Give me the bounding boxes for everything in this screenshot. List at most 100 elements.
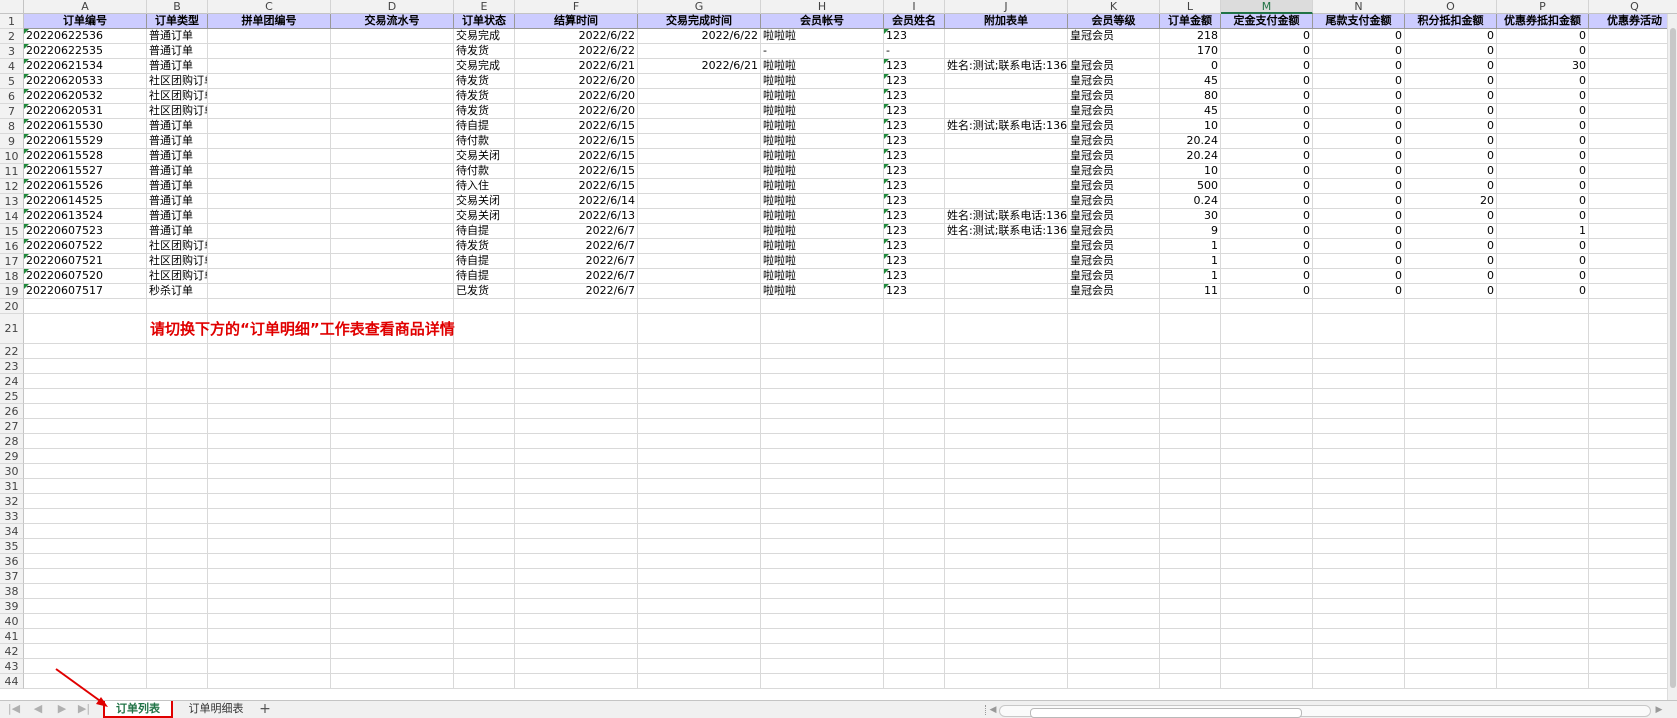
table-cell[interactable] <box>1589 164 1677 179</box>
table-cell[interactable]: 0 <box>1313 284 1405 299</box>
empty-cell[interactable] <box>945 509 1068 524</box>
empty-cell[interactable] <box>1068 629 1160 644</box>
empty-cell[interactable] <box>24 404 147 419</box>
empty-cell[interactable] <box>884 539 945 554</box>
empty-cell[interactable] <box>1497 629 1589 644</box>
empty-cell[interactable] <box>1497 314 1589 344</box>
empty-cell[interactable] <box>147 344 208 359</box>
empty-cell[interactable] <box>147 599 208 614</box>
empty-cell[interactable] <box>1589 404 1677 419</box>
table-cell[interactable]: 500 <box>1160 179 1221 194</box>
table-cell[interactable]: 0 <box>1405 89 1497 104</box>
empty-cell[interactable] <box>1160 539 1221 554</box>
empty-cell[interactable] <box>638 464 761 479</box>
empty-cell[interactable] <box>1068 614 1160 629</box>
empty-cell[interactable] <box>945 494 1068 509</box>
table-cell[interactable]: 9 <box>1160 224 1221 239</box>
table-cell[interactable]: 0 <box>1497 29 1589 44</box>
empty-cell[interactable] <box>1313 449 1405 464</box>
empty-cell[interactable] <box>1497 569 1589 584</box>
row-header[interactable]: 9 <box>0 134 24 149</box>
table-cell[interactable]: 交易关闭 <box>454 149 515 164</box>
empty-cell[interactable] <box>1313 404 1405 419</box>
table-cell[interactable]: 0 <box>1313 149 1405 164</box>
scroll-left-icon[interactable]: ◀ <box>987 704 999 716</box>
empty-cell[interactable] <box>331 644 454 659</box>
column-header-k[interactable]: K <box>1068 0 1160 14</box>
table-cell[interactable]: 待发货 <box>454 239 515 254</box>
empty-cell[interactable] <box>331 389 454 404</box>
horizontal-scrollbar[interactable]: ◀ ▶ <box>985 704 1665 718</box>
row-header[interactable]: 35 <box>0 539 24 554</box>
empty-cell[interactable] <box>1068 389 1160 404</box>
table-cell[interactable]: 1 <box>1160 254 1221 269</box>
empty-cell[interactable] <box>1068 674 1160 689</box>
row-header[interactable]: 22 <box>0 344 24 359</box>
header-cell[interactable]: 尾款支付金额 <box>1313 14 1405 29</box>
row-header[interactable]: 37 <box>0 569 24 584</box>
table-cell[interactable]: 20220622536 <box>24 29 147 44</box>
empty-cell[interactable] <box>1497 599 1589 614</box>
table-cell[interactable]: 啦啦啦 <box>761 59 884 74</box>
table-cell[interactable]: 皇冠会员 <box>1068 194 1160 209</box>
empty-cell[interactable] <box>454 644 515 659</box>
empty-cell[interactable] <box>331 374 454 389</box>
table-cell[interactable]: 0 <box>1221 224 1313 239</box>
row-header[interactable]: 32 <box>0 494 24 509</box>
empty-cell[interactable] <box>208 674 331 689</box>
table-cell[interactable]: 0 <box>1221 74 1313 89</box>
empty-cell[interactable] <box>454 464 515 479</box>
table-cell[interactable]: 0 <box>1221 149 1313 164</box>
empty-cell[interactable] <box>515 614 638 629</box>
empty-cell[interactable] <box>1405 299 1497 314</box>
empty-cell[interactable] <box>147 539 208 554</box>
column-header-j[interactable]: J <box>945 0 1068 14</box>
empty-cell[interactable] <box>1068 419 1160 434</box>
table-cell[interactable] <box>638 209 761 224</box>
empty-cell[interactable] <box>1068 314 1160 344</box>
column-header-q[interactable]: Q <box>1589 0 1677 14</box>
table-cell[interactable] <box>331 89 454 104</box>
table-cell[interactable]: 20220620532 <box>24 89 147 104</box>
empty-cell[interactable] <box>331 569 454 584</box>
empty-cell[interactable] <box>208 494 331 509</box>
table-cell[interactable]: 2022/6/15 <box>515 164 638 179</box>
empty-cell[interactable] <box>1405 644 1497 659</box>
table-cell[interactable] <box>638 119 761 134</box>
row-header[interactable]: 14 <box>0 209 24 224</box>
empty-cell[interactable] <box>1313 389 1405 404</box>
empty-cell[interactable] <box>515 539 638 554</box>
table-cell[interactable] <box>1589 209 1677 224</box>
empty-cell[interactable] <box>147 449 208 464</box>
empty-cell[interactable] <box>515 599 638 614</box>
row-header[interactable]: 3 <box>0 44 24 59</box>
table-cell[interactable] <box>1589 269 1677 284</box>
table-cell[interactable]: 0 <box>1405 149 1497 164</box>
row-header[interactable]: 8 <box>0 119 24 134</box>
empty-cell[interactable] <box>1221 509 1313 524</box>
empty-cell[interactable] <box>24 539 147 554</box>
empty-cell[interactable] <box>1405 494 1497 509</box>
empty-cell[interactable] <box>1221 374 1313 389</box>
table-cell[interactable] <box>945 89 1068 104</box>
empty-cell[interactable] <box>1160 614 1221 629</box>
empty-cell[interactable] <box>147 404 208 419</box>
table-cell[interactable]: 姓名:测试;联系电话:136 <box>945 59 1068 74</box>
horizontal-scroll-thumb[interactable] <box>1030 708 1302 718</box>
empty-cell[interactable] <box>1221 434 1313 449</box>
empty-cell[interactable] <box>454 629 515 644</box>
table-cell[interactable] <box>331 224 454 239</box>
empty-cell[interactable] <box>761 389 884 404</box>
empty-cell[interactable] <box>638 494 761 509</box>
table-cell[interactable]: 待入住 <box>454 179 515 194</box>
empty-cell[interactable] <box>1313 539 1405 554</box>
table-cell[interactable] <box>331 179 454 194</box>
empty-cell[interactable] <box>454 554 515 569</box>
empty-cell[interactable] <box>1589 374 1677 389</box>
empty-cell[interactable] <box>945 419 1068 434</box>
empty-cell[interactable] <box>454 674 515 689</box>
empty-cell[interactable] <box>331 599 454 614</box>
table-cell[interactable]: 待付款 <box>454 134 515 149</box>
empty-cell[interactable] <box>1313 659 1405 674</box>
empty-cell[interactable] <box>1497 479 1589 494</box>
